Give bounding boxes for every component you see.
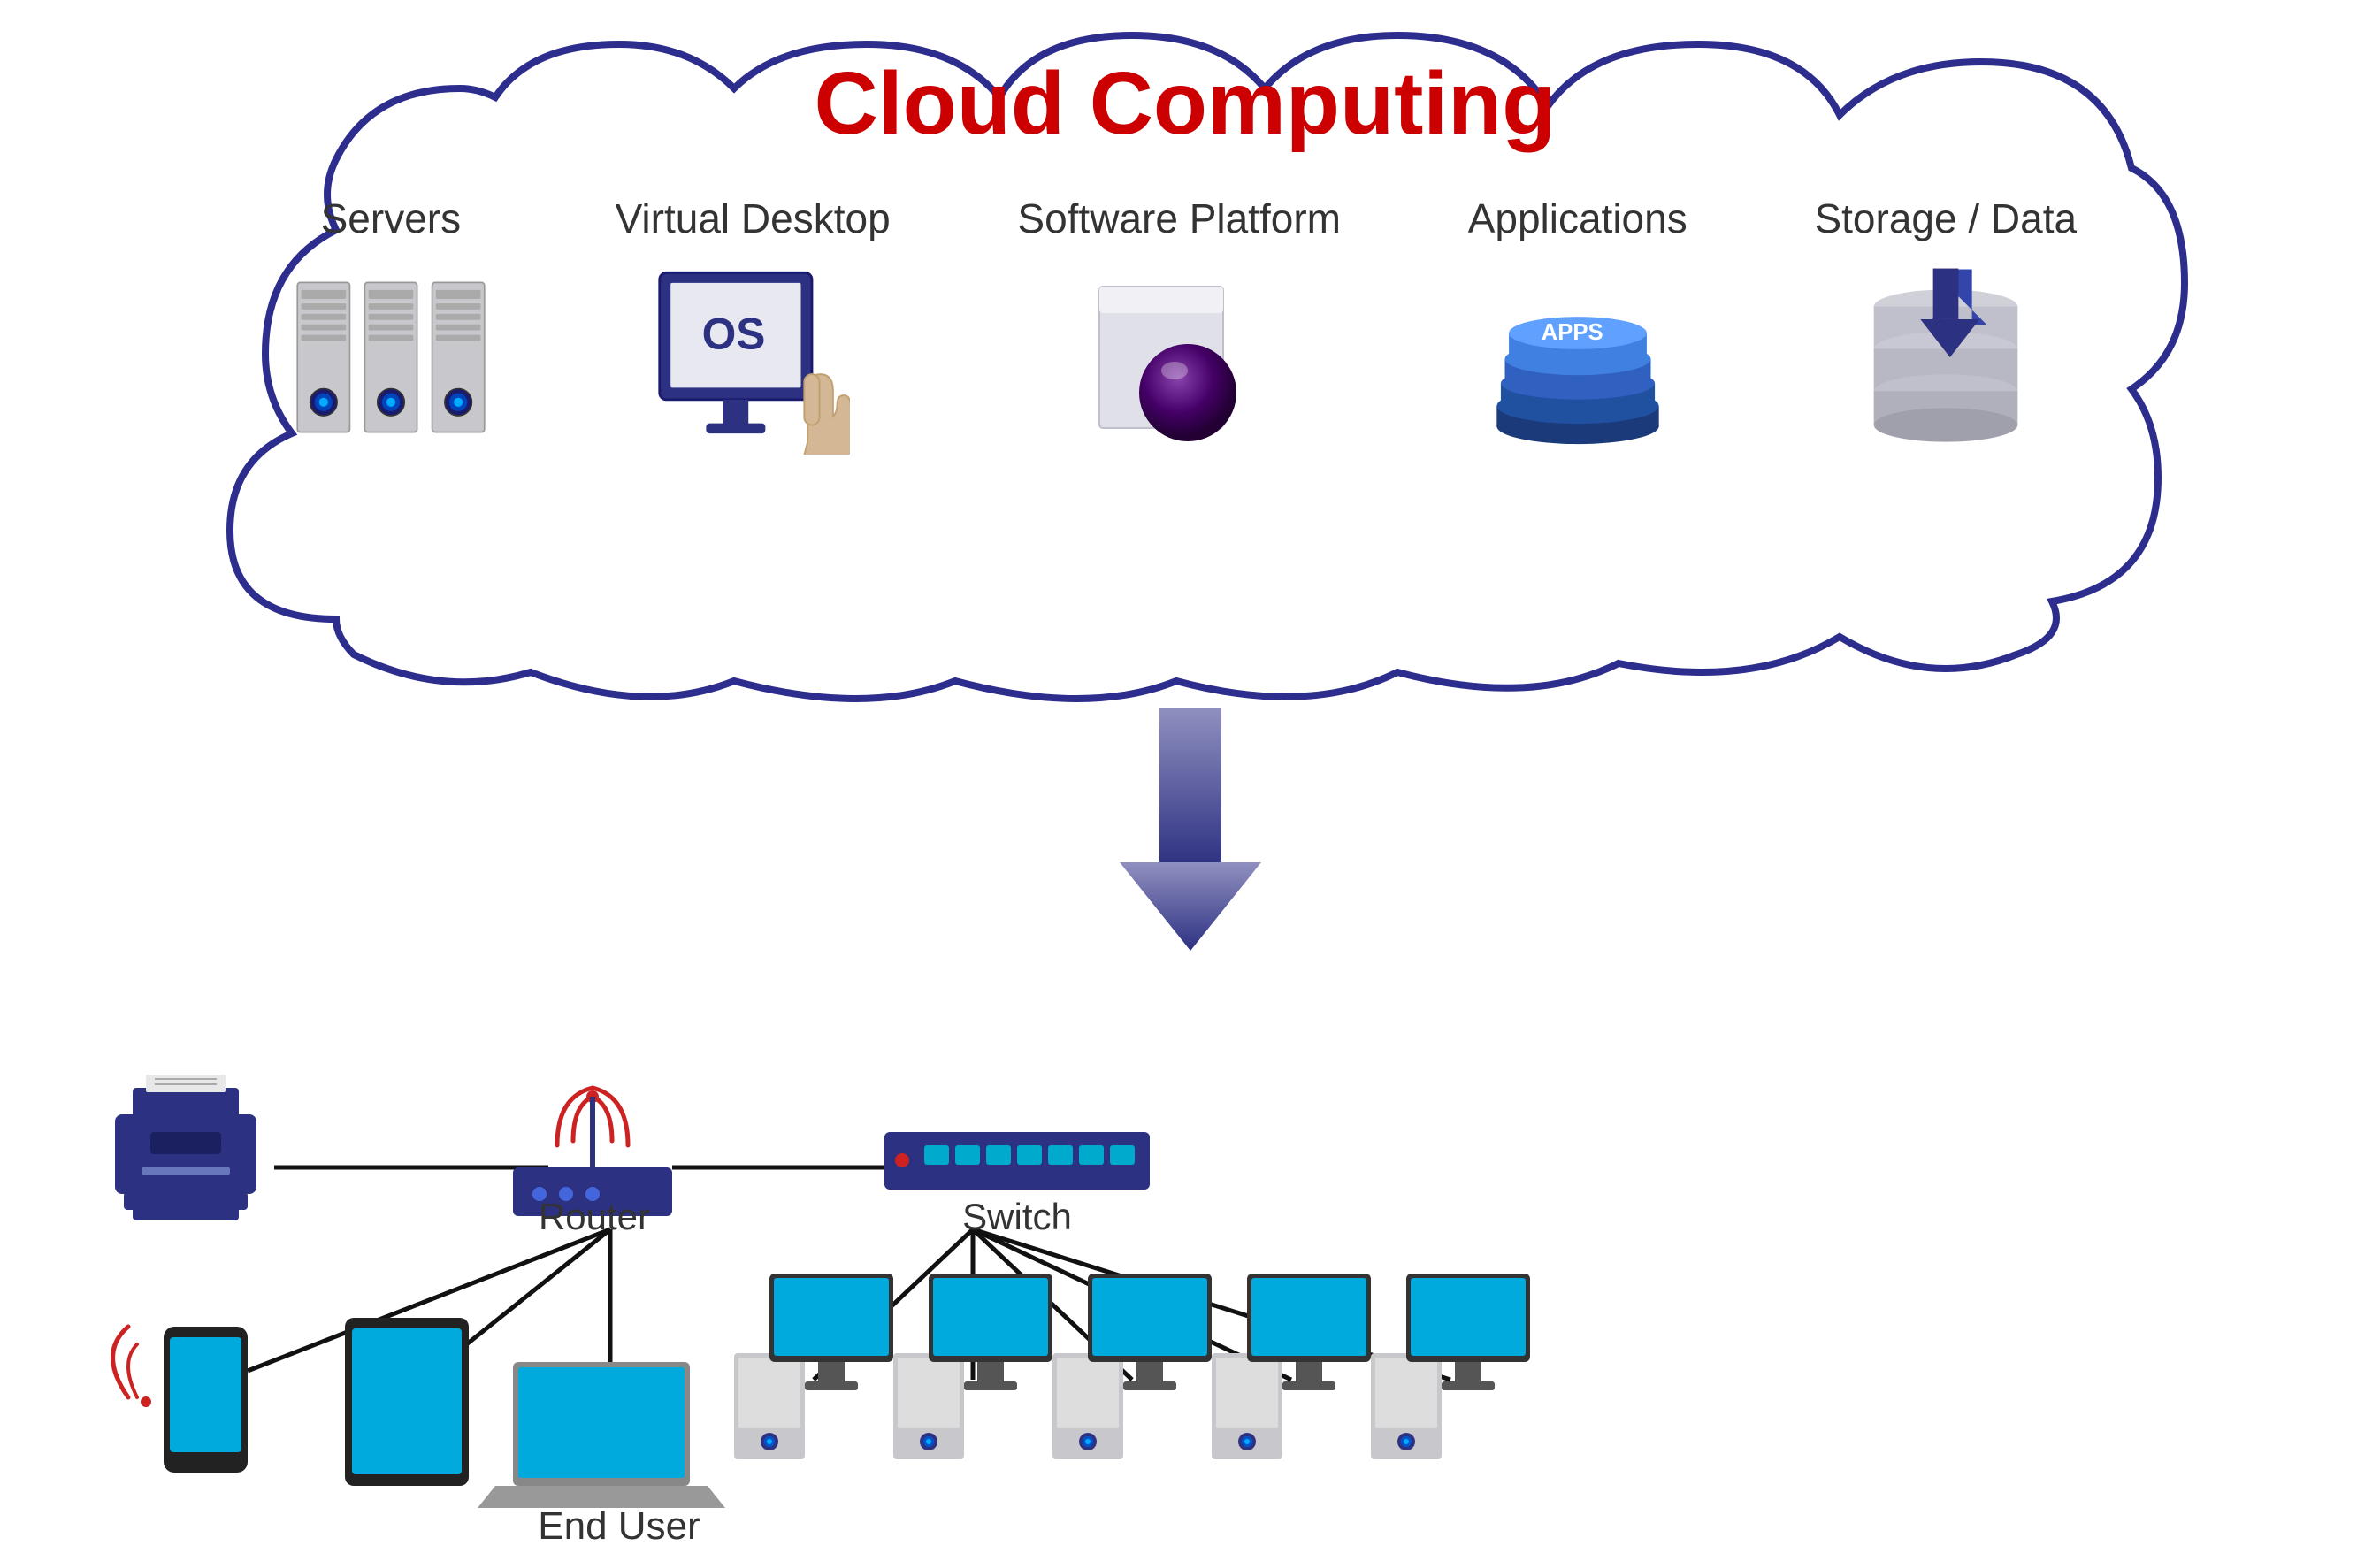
svg-text:APPS: APPS <box>1541 320 1603 345</box>
svg-text:End User: End User <box>538 1504 700 1548</box>
virtual-desktop-label: Virtual Desktop <box>616 195 891 242</box>
main-container: Cloud Computing Servers <box>0 0 2380 1561</box>
applications-label: Applications <box>1468 195 1687 242</box>
storage-label: Storage / Data <box>1814 195 2077 242</box>
cloud-item-virtual-desktop: Virtual Desktop OS <box>616 195 891 455</box>
big-arrow <box>1120 708 1261 960</box>
cloud-item-servers: Servers <box>294 195 488 455</box>
cloud-section: Cloud Computing Servers <box>159 18 2211 708</box>
storage-icon <box>1848 260 2043 455</box>
cloud-title: Cloud Computing <box>815 53 1557 155</box>
applications-icon: APPS <box>1481 260 1675 455</box>
software-platform-label: Software Platform <box>1017 195 1341 242</box>
servers-icon <box>294 260 488 455</box>
svg-text:Switch: Switch <box>962 1196 1072 1237</box>
cloud-items: Servers <box>159 195 2211 455</box>
software-platform-icon <box>1082 260 1276 455</box>
svg-text:Router: Router <box>539 1196 650 1237</box>
cloud-item-applications: Applications <box>1468 195 1687 455</box>
cloud-item-storage: Storage / Data <box>1814 195 2077 455</box>
servers-label: Servers <box>321 195 461 242</box>
cloud-item-software-platform: Software Platform <box>1017 195 1341 455</box>
svg-text:OS: OS <box>702 309 766 358</box>
virtual-desktop-icon: OS <box>655 260 850 455</box>
